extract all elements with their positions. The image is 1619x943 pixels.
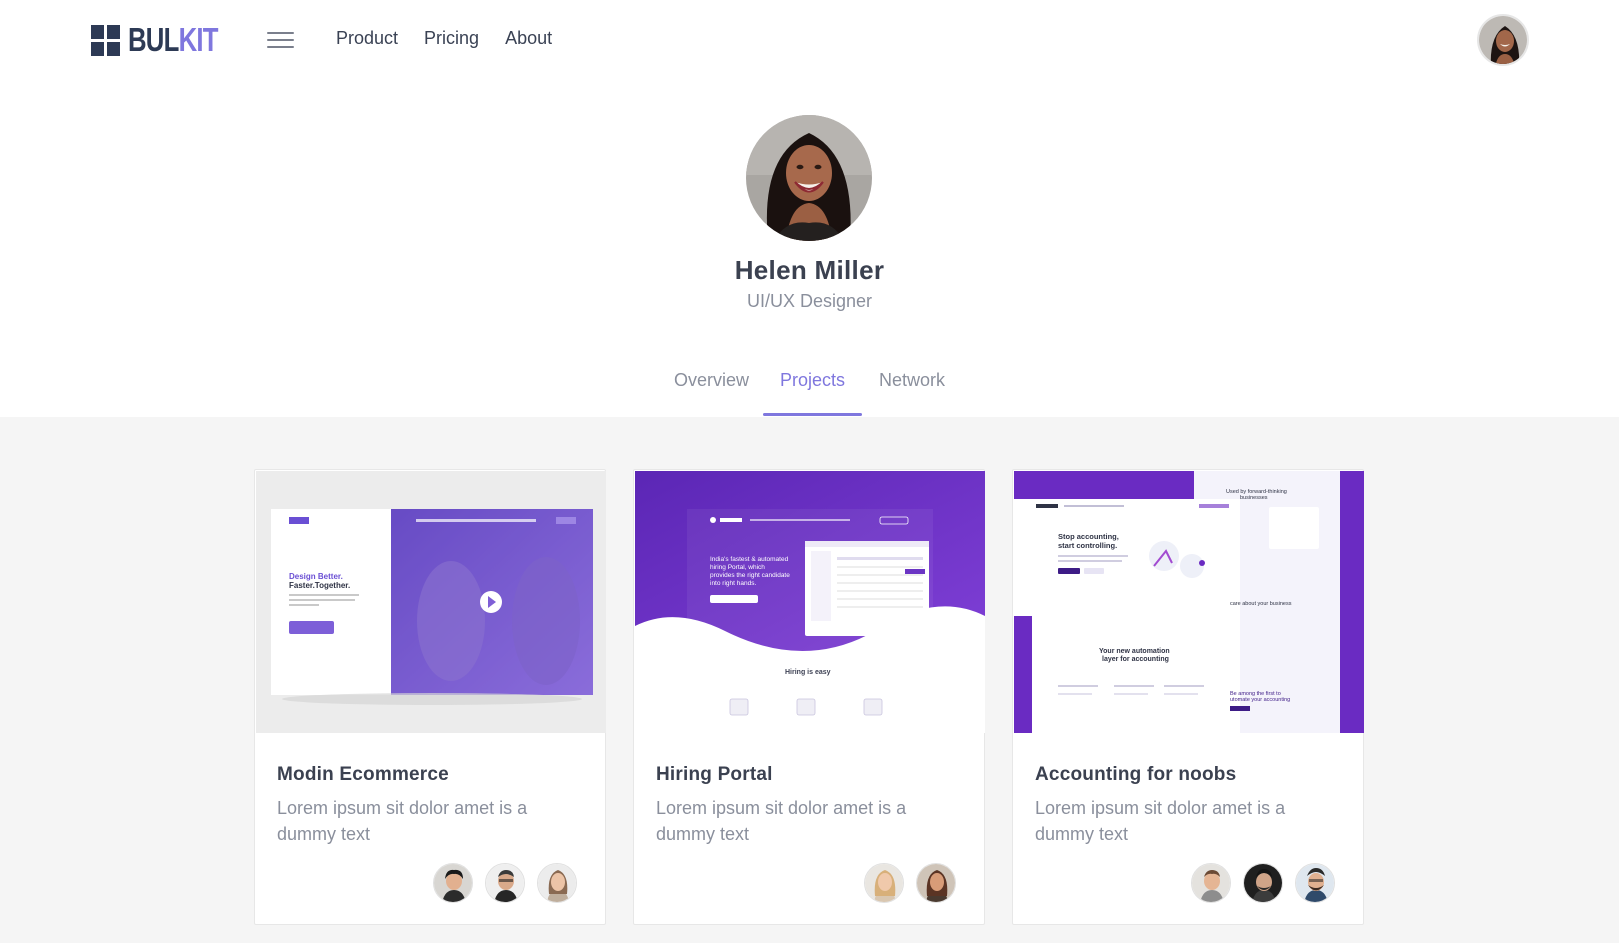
svg-text:Design Better.: Design Better.	[289, 572, 343, 581]
svg-text:layer for accounting: layer for accounting	[1102, 656, 1169, 663]
project-card-hiring-portal[interactable]: India's fastest & automated hiring Porta…	[633, 469, 985, 925]
navbar: BULKIT Product Pricing About	[0, 0, 1619, 80]
bulkit-logo[interactable]: BULKIT	[91, 21, 243, 58]
profile-avatar	[746, 115, 872, 241]
team-member-avatar[interactable]	[1295, 863, 1335, 903]
team-member-avatar[interactable]	[537, 863, 577, 903]
svg-text:India's fastest & automated: India's fastest & automated	[710, 556, 789, 563]
project-team	[433, 863, 577, 903]
project-team	[864, 863, 956, 903]
team-member-avatar[interactable]	[1243, 863, 1283, 903]
logo-wordmark: BULKIT	[128, 21, 218, 58]
project-card-accounting-for-noobs[interactable]: Stop accounting, start controlling. Your…	[1012, 469, 1364, 925]
team-member-avatar[interactable]	[433, 863, 473, 903]
nav-links: Product Pricing About	[336, 28, 552, 49]
tab-network[interactable]: Network	[876, 370, 948, 391]
project-preview-image: Stop accounting, start controlling. Your…	[1014, 471, 1364, 733]
project-title[interactable]: Modin Ecommerce	[277, 764, 449, 786]
logo-grid-icon	[91, 24, 120, 56]
project-preview-image: India's fastest & automated hiring Porta…	[635, 471, 985, 733]
profile-tabs: Overview Projects Network	[0, 370, 1619, 417]
team-member-avatar[interactable]	[1191, 863, 1231, 903]
profile-role: UI/UX Designer	[746, 291, 873, 311]
team-member-avatar[interactable]	[485, 863, 525, 903]
user-avatar[interactable]	[1477, 14, 1529, 66]
svg-text:Hiring is easy: Hiring is easy	[785, 669, 831, 676]
tab-projects[interactable]: Projects	[775, 370, 850, 391]
project-preview-image: Design Better. Faster.Together.	[256, 471, 606, 733]
nav-link-pricing[interactable]: Pricing	[424, 28, 479, 49]
project-title[interactable]: Hiring Portal	[656, 764, 773, 786]
project-card-modin-ecommerce[interactable]: Design Better. Faster.Together. Modin Ec…	[254, 469, 606, 925]
svg-text:utomate your accounting: utomate your accounting	[1230, 697, 1290, 703]
profile-name: Helen Miller	[734, 255, 885, 285]
nav-link-about[interactable]: About	[505, 28, 552, 49]
svg-text:Stop accounting,: Stop accounting,	[1058, 532, 1119, 541]
nav-link-product[interactable]: Product	[336, 28, 398, 49]
active-tab-indicator	[763, 413, 862, 416]
projects-section: Design Better. Faster.Together. Modin Ec…	[0, 417, 1619, 943]
svg-text:hiring Portal, which: hiring Portal, which	[710, 564, 765, 571]
svg-text:into right hands.: into right hands.	[710, 580, 756, 587]
project-title[interactable]: Accounting for noobs	[1035, 764, 1236, 786]
svg-text:Your new automation: Your new automation	[1099, 648, 1170, 655]
project-description: Lorem ipsum sit dolor amet is a dummy te…	[1035, 798, 1286, 844]
tab-overview[interactable]: Overview	[674, 370, 749, 391]
team-member-avatar[interactable]	[916, 863, 956, 903]
project-team	[1191, 863, 1335, 903]
hamburger-menu-icon[interactable]	[267, 30, 294, 50]
project-description: Lorem ipsum sit dolor amet is a dummy te…	[277, 798, 528, 844]
svg-text:care about your business: care about your business	[1230, 601, 1292, 607]
svg-text:Faster.Together.: Faster.Together.	[289, 581, 350, 590]
team-member-avatar[interactable]	[864, 863, 904, 903]
svg-text:start controlling.: start controlling.	[1058, 541, 1117, 550]
project-description: Lorem ipsum sit dolor amet is a dummy te…	[656, 798, 907, 844]
svg-text:businesses: businesses	[1240, 495, 1268, 501]
svg-text:provides the right candidate: provides the right candidate	[710, 572, 790, 579]
